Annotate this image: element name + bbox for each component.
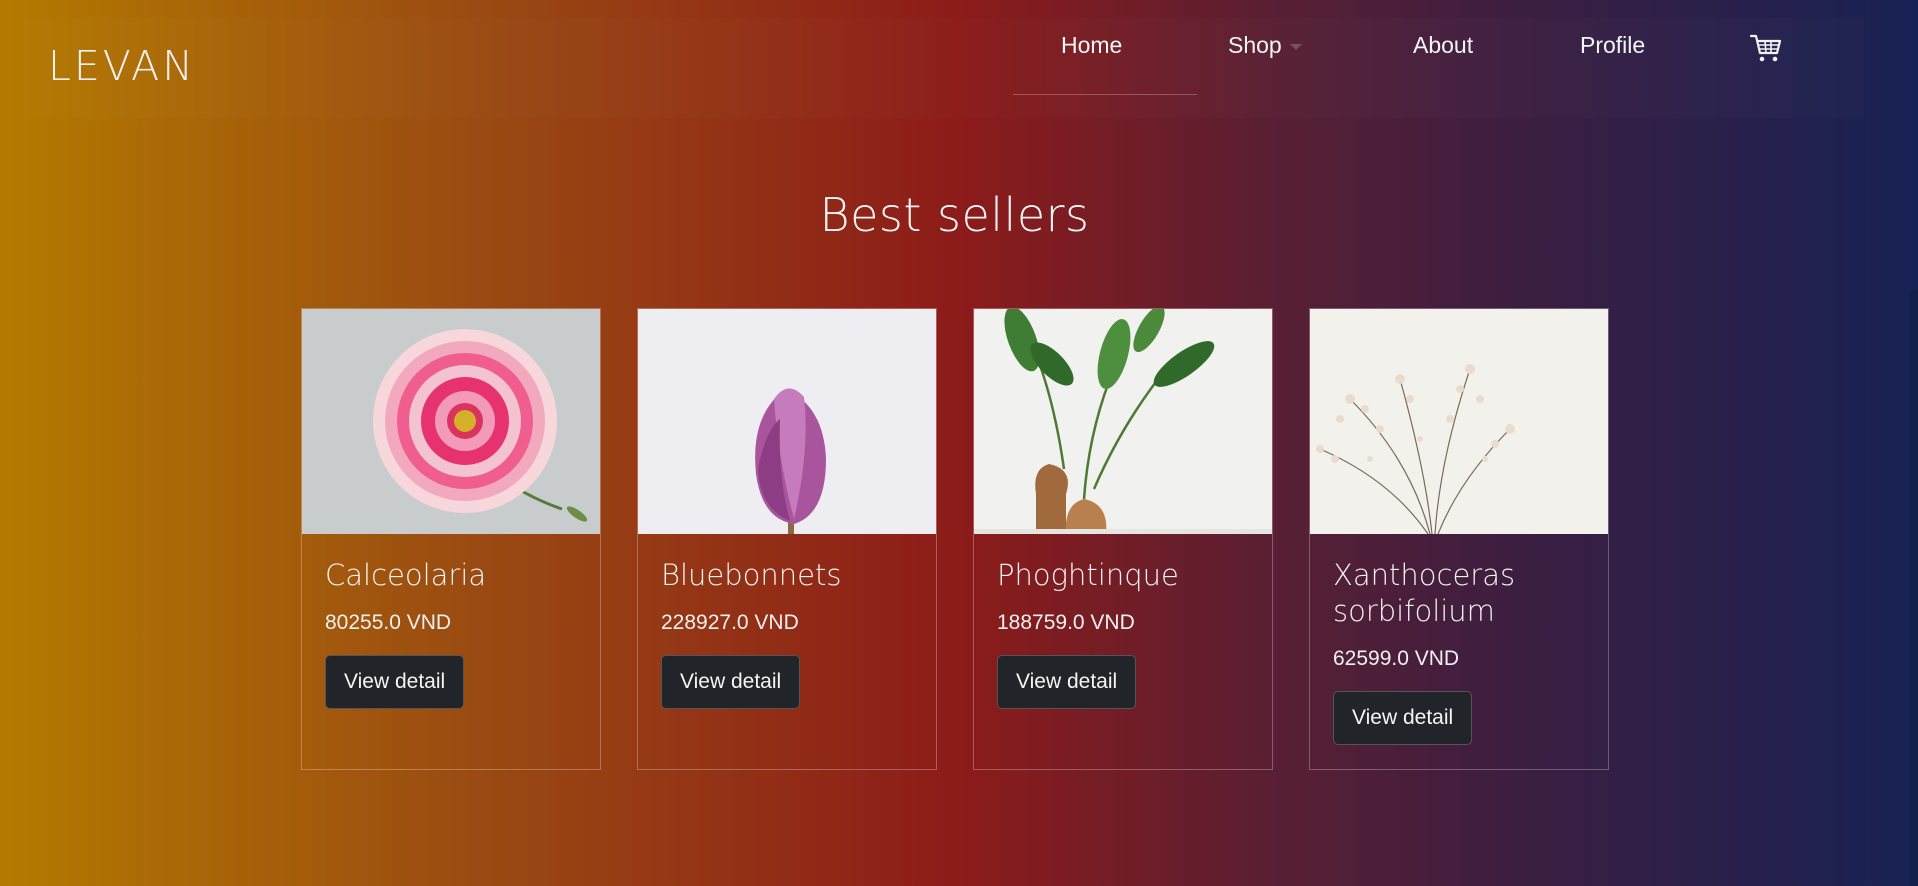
product-price: 80255.0 VND [325,611,452,634]
product-card: Xanthoceras sorbifolium 62599.0 VND View… [1309,308,1609,770]
product-name: Xanthoceras sorbifolium [1333,558,1516,628]
product-name: Phoghtinque [997,558,1179,592]
product-card: Calceolaria 80255.0 VND View detail [301,308,601,770]
nav-shop-dropdown[interactable]: Shop [1228,32,1302,59]
product-name: Bluebonnets [661,558,842,592]
product-price: 188759.0 VND [997,611,1135,634]
product-image-magnolia[interactable] [638,309,936,534]
chevron-down-icon [1289,43,1302,50]
cart-icon[interactable] [1748,32,1784,64]
product-image-dahlia[interactable] [302,309,600,534]
view-detail-button[interactable]: View detail [997,655,1137,709]
product-image-dried-blossom[interactable] [1310,309,1608,534]
section-title: Best sellers [819,188,1090,242]
nav-profile-link[interactable]: Profile [1580,32,1645,59]
product-card: Bluebonnets 228927.0 VND View detail [637,308,937,770]
view-detail-button[interactable]: View detail [661,655,801,709]
product-price: 62599.0 VND [1333,647,1460,670]
product-card: Phoghtinque 188759.0 VND View detail [973,308,1273,770]
cart-icon-graphic [1749,34,1782,62]
nav-home-link[interactable]: Home [1061,32,1122,59]
view-detail-button[interactable]: View detail [1333,691,1473,745]
nav-home-active-underline [1013,94,1197,95]
product-price: 228927.0 VND [661,611,799,634]
view-detail-button[interactable]: View detail [325,655,465,709]
product-image-plants-vases[interactable] [974,309,1272,534]
brand-logo[interactable]: LEVAN [48,42,196,90]
nav-about-link[interactable]: About [1413,32,1473,59]
scrollbar-thumb[interactable] [1910,290,1918,886]
nav-shop-label: Shop [1228,32,1282,58]
product-name: Calceolaria [325,558,487,592]
